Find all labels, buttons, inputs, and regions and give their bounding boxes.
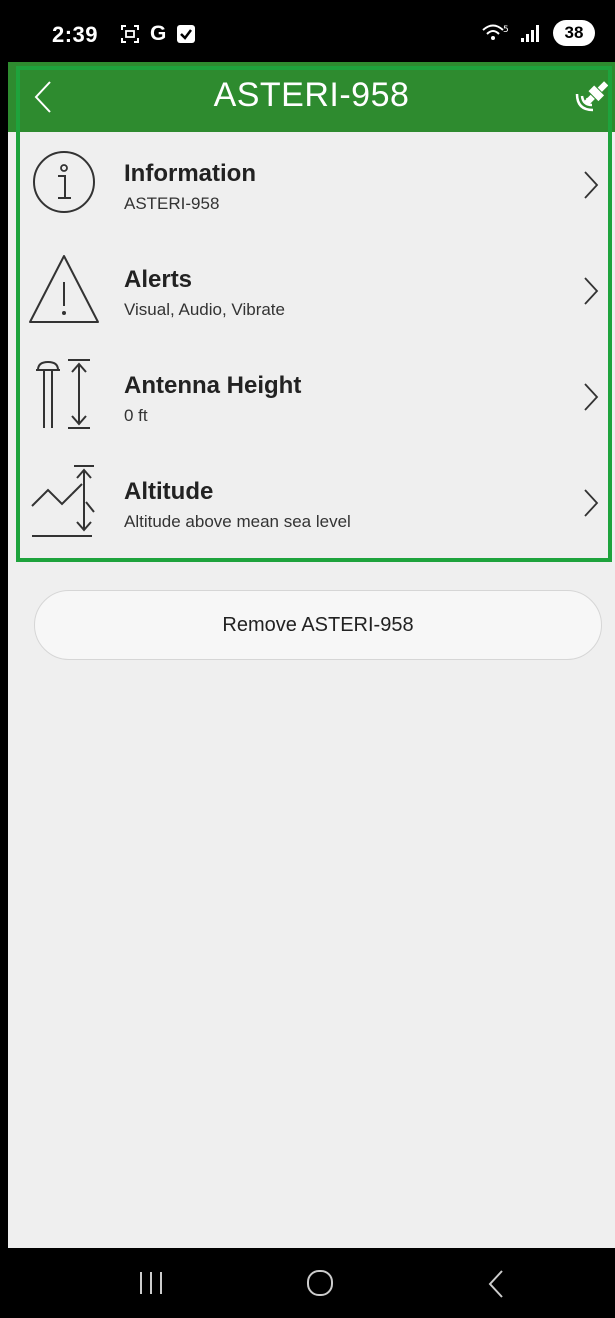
list-item-alerts[interactable]: Alerts Visual, Audio, Vibrate — [16, 238, 612, 344]
item-title: Alerts — [124, 266, 193, 293]
status-time: 2:39 — [52, 22, 99, 47]
screenshot-icon — [121, 25, 139, 43]
chevron-right-icon — [584, 277, 599, 305]
chevron-right-icon — [584, 171, 599, 199]
status-bar: 2:39 G 5 38 — [8, 0, 615, 62]
remove-device-button[interactable]: Remove ASTERI-958 — [34, 590, 602, 660]
battery-badge: 38 — [553, 20, 595, 46]
nav-bar — [8, 1248, 615, 1318]
item-title: Antenna Height — [124, 372, 302, 399]
checkbox-icon — [177, 25, 196, 43]
back-icon[interactable] — [486, 1268, 506, 1300]
page-title: ASTERI-958 — [213, 76, 410, 114]
item-title: Altitude — [124, 478, 214, 505]
item-subtitle: Altitude above mean sea level — [124, 512, 351, 531]
status-icons-right: 5 38 — [481, 20, 595, 46]
home-icon[interactable] — [304, 1268, 336, 1298]
list-item-information[interactable]: Information ASTERI-958 — [16, 132, 612, 238]
chevron-right-icon — [584, 489, 599, 517]
item-subtitle: Visual, Audio, Vibrate — [124, 300, 285, 319]
chevron-right-icon — [584, 383, 599, 411]
item-subtitle: 0 ft — [124, 406, 148, 425]
signal-label: 5 — [503, 25, 509, 35]
item-title: Information — [124, 160, 256, 187]
app-header: ASTERI-958 — [8, 62, 615, 132]
status-icons-left: G — [120, 22, 196, 46]
info-icon — [33, 151, 95, 213]
settings-list: Information ASTERI-958 Alerts Visual, Au… — [16, 132, 612, 556]
wifi-icon: 5 — [482, 24, 509, 40]
satellite-gps-icon[interactable] — [567, 72, 615, 120]
list-item-antenna-height[interactable]: Antenna Height 0 ft — [16, 344, 612, 450]
warning-icon — [29, 255, 99, 323]
antenna-height-icon — [36, 359, 90, 429]
google-icon: G — [150, 22, 167, 45]
item-subtitle: ASTERI-958 — [124, 194, 220, 213]
altitude-icon — [31, 465, 95, 537]
screen: 2:39 G 5 38 ASTERI-958 Information ASTER… — [8, 0, 615, 1318]
recents-icon[interactable] — [136, 1270, 166, 1296]
cellular-signal-icon — [521, 25, 539, 42]
list-item-altitude[interactable]: Altitude Altitude above mean sea level — [16, 450, 612, 556]
